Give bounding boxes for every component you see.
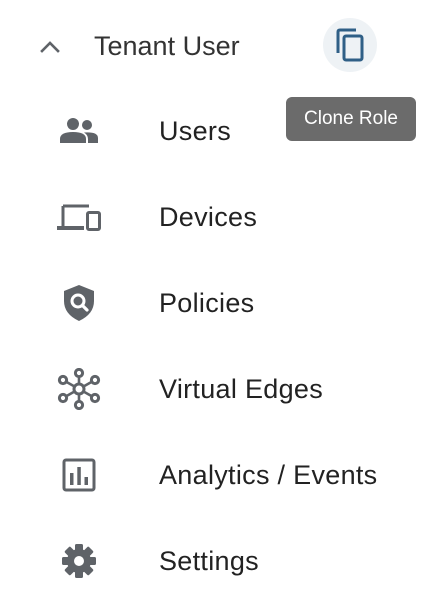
menu-item-users[interactable]: Users bbox=[0, 88, 420, 174]
role-header: Tenant User bbox=[0, 14, 442, 78]
users-icon bbox=[54, 109, 104, 153]
clone-role-button[interactable] bbox=[323, 18, 377, 72]
menu-item-policies[interactable]: Policies bbox=[0, 260, 420, 346]
copy-icon bbox=[336, 28, 364, 62]
menu-item-label: Policies bbox=[159, 288, 255, 318]
gear-icon bbox=[54, 539, 104, 583]
role-name: Tenant User bbox=[94, 31, 240, 61]
analytics-chart-icon bbox=[54, 453, 104, 497]
devices-icon bbox=[54, 195, 104, 239]
menu-item-label: Settings bbox=[159, 546, 259, 576]
menu-item-devices[interactable]: Devices bbox=[0, 174, 420, 260]
menu-item-label: Devices bbox=[159, 202, 258, 232]
menu-item-label: Analytics / Events bbox=[159, 460, 378, 490]
menu-item-label: Virtual Edges bbox=[159, 374, 324, 404]
menu-item-virtual-edges[interactable]: Virtual Edges bbox=[0, 346, 420, 432]
network-hub-icon bbox=[54, 367, 104, 411]
policies-shield-icon bbox=[54, 281, 104, 325]
menu-item-label: Users bbox=[159, 116, 232, 146]
menu-item-settings[interactable]: Settings bbox=[0, 518, 420, 604]
chevron-up-icon bbox=[40, 41, 60, 53]
menu-item-analytics-events[interactable]: Analytics / Events bbox=[0, 432, 420, 518]
collapse-button[interactable] bbox=[34, 32, 66, 60]
